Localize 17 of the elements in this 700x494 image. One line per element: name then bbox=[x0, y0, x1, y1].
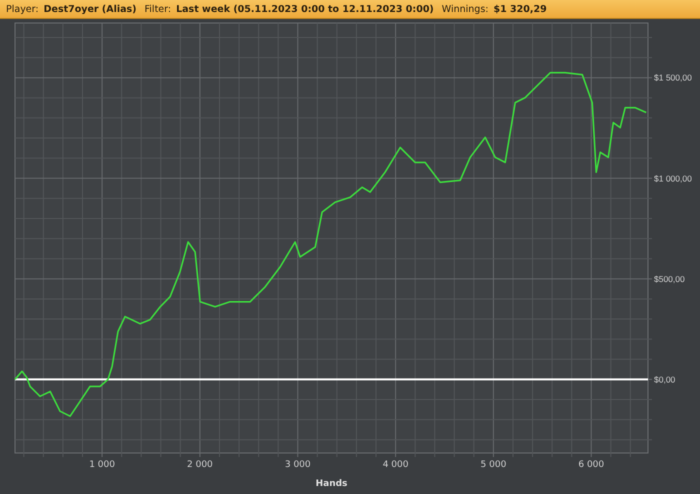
x-tick-label: 1 000 bbox=[89, 460, 115, 470]
x-tick-label: 3 000 bbox=[284, 460, 311, 470]
x-tick-label: 4 000 bbox=[382, 460, 408, 470]
field-value: Last week (05.11.2023 0:00 to 12.11.2023 0:00) bbox=[176, 4, 434, 14]
y-tick-label: $1 000,00 bbox=[654, 173, 692, 184]
field-label: Filter: bbox=[144, 4, 172, 14]
y-tick-label: $1 500,00 bbox=[654, 72, 692, 83]
y-tick-label: $500,00 bbox=[654, 274, 685, 284]
y-tick-label: $0,00 bbox=[654, 374, 676, 384]
x-tick-label: 5 000 bbox=[480, 460, 506, 470]
field-value: $1 320,29 bbox=[494, 4, 547, 14]
field-label: Player: bbox=[6, 4, 39, 14]
x-axis-title: Hands bbox=[316, 479, 348, 489]
field-value: Dest7oyer (Alias) bbox=[44, 4, 137, 14]
x-tick-label: 6 000 bbox=[578, 460, 604, 470]
field-label: Winnings: bbox=[442, 4, 488, 14]
x-tick-label: 2 000 bbox=[187, 460, 213, 470]
